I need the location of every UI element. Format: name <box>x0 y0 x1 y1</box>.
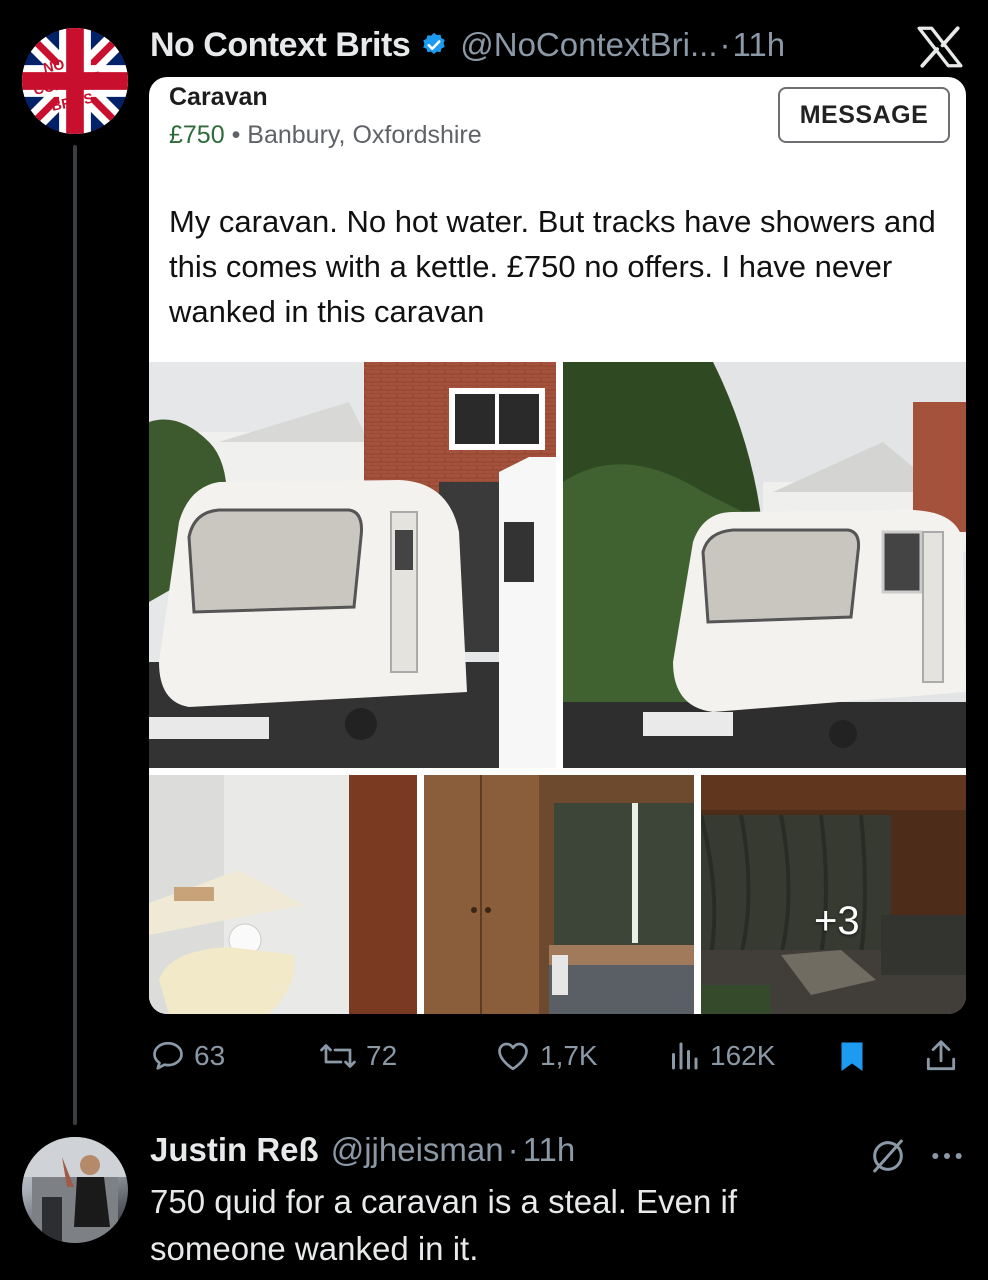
reply-time[interactable]: 11h <box>523 1131 576 1169</box>
views-count: 162K <box>710 1040 776 1071</box>
like-icon <box>498 1042 528 1071</box>
listing-description: My caravan. No hot water. But tracks hav… <box>169 204 936 329</box>
reply-text: 750 quid for a caravan is a steal. Even … <box>150 1183 738 1267</box>
union-jack-image: NO CONTEXT BRITS <box>22 28 128 134</box>
header-separator: · <box>719 26 731 63</box>
repost-count: 72 <box>366 1040 398 1071</box>
listing-location: Banbury, Oxfordshire <box>247 121 482 149</box>
thread-line <box>73 145 77 1125</box>
author-handle[interactable]: @NoContextBri... <box>460 26 717 64</box>
reply-icon <box>153 1041 183 1070</box>
toilet-photo[interactable] <box>149 775 417 1014</box>
tweet-time[interactable]: 11h <box>732 26 785 64</box>
reply-header: Justin Reß @jjheisman · 11h <box>150 1131 575 1169</box>
interior-photo-1[interactable] <box>424 775 694 1014</box>
caravan-photo-1[interactable] <box>149 362 556 768</box>
listing-price: £750 <box>169 121 225 149</box>
x-logo-icon <box>917 26 963 68</box>
repost-action[interactable]: 72 <box>318 1034 397 1078</box>
listing-meta-separator: • <box>231 121 241 149</box>
reply-author-name[interactable]: Justin Reß <box>150 1131 319 1169</box>
reply-count: 63 <box>194 1040 226 1071</box>
reply-avatar-photo <box>22 1137 128 1243</box>
reply-separator: · <box>507 1131 519 1168</box>
reply-action[interactable]: 63 <box>150 1034 225 1078</box>
views-action[interactable]: 162K <box>666 1034 775 1078</box>
like-count: 1,7K <box>540 1040 598 1071</box>
bookmark-icon <box>841 1042 863 1071</box>
views-icon <box>672 1042 698 1070</box>
reply-author-handle[interactable]: @jjheisman <box>331 1131 504 1169</box>
grok-icon[interactable] <box>868 1136 908 1176</box>
listing-meta: £750 • Banbury, Oxfordshire <box>169 121 482 150</box>
reply-author-avatar[interactable] <box>22 1137 128 1243</box>
caravan-photo-2[interactable] <box>563 362 966 768</box>
listing-title: Caravan <box>169 83 268 111</box>
message-button[interactable]: MESSAGE <box>778 87 950 143</box>
bookmark-action[interactable] <box>835 1034 877 1078</box>
author-avatar[interactable]: NO CONTEXT BRITS <box>22 28 128 134</box>
verified-badge-icon <box>420 31 448 59</box>
like-action[interactable]: 1,7K <box>494 1034 598 1078</box>
listing-screenshot[interactable]: Caravan £750 • Banbury, Oxfordshire MESS… <box>149 77 966 1014</box>
more-icon[interactable] <box>927 1136 967 1176</box>
share-action[interactable] <box>922 1034 968 1078</box>
more-photos-badge[interactable]: +3 <box>814 899 860 944</box>
repost-icon <box>320 1044 356 1068</box>
tweet-action-bar: 63 72 1,7K 162K <box>0 1034 988 1078</box>
author-name[interactable]: No Context Brits <box>150 26 411 65</box>
interior-photo-2[interactable] <box>701 775 966 1014</box>
share-icon <box>926 1040 956 1071</box>
tweet-header: No Context Brits @NoContextBri... · 11h <box>150 22 785 68</box>
